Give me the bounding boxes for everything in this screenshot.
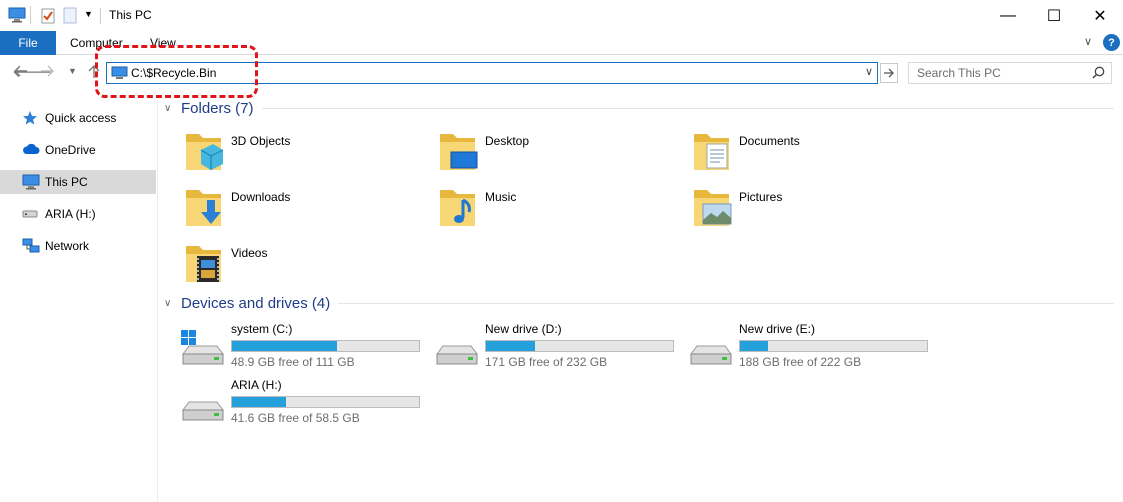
- address-bar[interactable]: C:\$Recycle.Bin ∨: [106, 62, 878, 84]
- title-bar: ▼ This PC — ☐ ✕: [0, 0, 1123, 31]
- sidebar-item-label: Quick access: [45, 111, 117, 125]
- folder-pictures[interactable]: Pictures: [691, 186, 931, 234]
- tab-file[interactable]: File: [0, 31, 56, 55]
- minimize-button[interactable]: —: [985, 0, 1031, 31]
- sidebar-item-network[interactable]: Network: [0, 234, 156, 258]
- drive-icon: [181, 386, 225, 425]
- search-input[interactable]: [917, 64, 1087, 82]
- tab-view[interactable]: View: [150, 36, 176, 50]
- network-icon: [22, 238, 40, 257]
- go-button[interactable]: [880, 63, 898, 83]
- folder-label: Videos: [231, 246, 268, 260]
- collapse-chevron-icon[interactable]: ∨: [164, 298, 181, 309]
- star-icon: [22, 110, 38, 129]
- pictures-folder-icon: [691, 186, 733, 233]
- music-folder-icon: [437, 186, 479, 233]
- sidebar-item-onedrive[interactable]: OneDrive: [0, 138, 156, 162]
- maximize-button[interactable]: ☐: [1031, 0, 1077, 31]
- folder-downloads[interactable]: Downloads: [183, 186, 423, 234]
- group-divider: [261, 108, 1114, 109]
- drive-name: New drive (D:): [485, 322, 562, 336]
- navigation-pane: Quick access OneDrive This PC ARIA (H:) …: [0, 100, 158, 502]
- tab-computer[interactable]: Computer: [70, 36, 123, 50]
- expand-ribbon-icon[interactable]: ∨: [1084, 35, 1092, 48]
- drive-usage-bar: [739, 340, 928, 352]
- drive-free-space: 48.9 GB free of 111 GB: [231, 355, 355, 369]
- sidebar-item-label: ARIA (H:): [45, 207, 96, 221]
- ribbon-tabs: File Computer View ∨ ?: [0, 31, 1123, 55]
- group-divider: [338, 303, 1114, 304]
- drive-usage-fill: [232, 397, 287, 407]
- sidebar-item-quick-access[interactable]: Quick access: [0, 106, 156, 130]
- drive-name: New drive (E:): [739, 322, 816, 336]
- collapse-chevron-icon[interactable]: ∨: [164, 103, 181, 114]
- sidebar-item-label: This PC: [45, 175, 88, 189]
- folder-desktop[interactable]: Desktop: [437, 130, 677, 178]
- properties-icon[interactable]: [40, 7, 56, 27]
- group-title: Folders (7): [181, 100, 254, 117]
- window-title: This PC: [109, 8, 152, 22]
- sidebar-item-aria-drive[interactable]: ARIA (H:): [0, 202, 156, 226]
- drive-new-e[interactable]: New drive (E:) 188 GB free of 222 GB: [689, 322, 939, 370]
- address-dropdown-icon[interactable]: ∨: [865, 65, 873, 78]
- drive-usage-fill: [486, 341, 535, 351]
- computer-icon[interactable]: [8, 7, 26, 26]
- drive-free-space: 188 GB free of 222 GB: [739, 355, 862, 369]
- folder-label: Documents: [739, 134, 800, 148]
- folder-label: 3D Objects: [231, 134, 291, 148]
- folder-music[interactable]: Music: [437, 186, 677, 234]
- folder-label: Music: [485, 190, 517, 204]
- drive-free-space: 171 GB free of 232 GB: [485, 355, 608, 369]
- computer-icon: [22, 174, 40, 193]
- windows-drive-icon: [181, 330, 225, 369]
- group-title: Devices and drives (4): [181, 295, 331, 312]
- address-path[interactable]: C:\$Recycle.Bin: [131, 66, 216, 80]
- drive-new-d[interactable]: New drive (D:) 171 GB free of 232 GB: [435, 322, 685, 370]
- folder-label: Downloads: [231, 190, 291, 204]
- folder-3d-objects[interactable]: 3D Objects: [183, 130, 423, 178]
- drive-aria-h[interactable]: ARIA (H:) 41.6 GB free of 58.5 GB: [181, 378, 431, 426]
- downloads-folder-icon: [183, 186, 225, 233]
- search-box[interactable]: [908, 62, 1112, 84]
- 3d-objects-folder-icon: [183, 130, 225, 177]
- customize-toolbar-icon[interactable]: ▼: [84, 9, 93, 19]
- drive-system-c[interactable]: system (C:) 48.9 GB free of 111 GB: [181, 322, 431, 370]
- sidebar-item-label: Network: [45, 239, 90, 253]
- folder-videos[interactable]: Videos: [183, 242, 423, 290]
- videos-folder-icon: [183, 242, 225, 289]
- sidebar-item-this-pc[interactable]: This PC: [0, 170, 156, 194]
- drive-usage-bar: [485, 340, 674, 352]
- search-icon[interactable]: [1092, 66, 1105, 82]
- toolbar-separator: [30, 6, 31, 24]
- drive-name: system (C:): [231, 322, 293, 336]
- navigation-bar: 🡐 ▼ C:\$Recycle.Bin ∨: [0, 56, 1123, 88]
- desktop-folder-icon: [437, 130, 479, 177]
- drive-usage-fill: [740, 341, 769, 351]
- recent-locations-icon[interactable]: ▼: [68, 66, 77, 76]
- computer-icon: [111, 66, 128, 83]
- drive-usage-bar: [231, 396, 420, 408]
- close-button[interactable]: ✕: [1077, 0, 1123, 31]
- drive-icon: [689, 330, 733, 369]
- drive-usage-bar: [231, 340, 420, 352]
- arrow-right-icon: [883, 68, 894, 78]
- drive-free-space: 41.6 GB free of 58.5 GB: [231, 411, 360, 425]
- drive-icon: [435, 330, 479, 369]
- drives-group-header[interactable]: ∨ Devices and drives (4): [164, 295, 1114, 312]
- new-folder-icon[interactable]: [63, 7, 77, 27]
- drive-icon: [22, 206, 38, 223]
- folder-documents[interactable]: Documents: [691, 130, 931, 178]
- folders-group-header[interactable]: ∨ Folders (7): [164, 100, 1114, 117]
- help-icon[interactable]: ?: [1103, 34, 1120, 51]
- cloud-icon: [22, 142, 40, 159]
- title-separator: [100, 8, 101, 24]
- documents-folder-icon: [691, 130, 733, 177]
- drive-usage-fill: [232, 341, 337, 351]
- sidebar-item-label: OneDrive: [45, 143, 96, 157]
- folder-label: Desktop: [485, 134, 530, 148]
- drive-name: ARIA (H:): [231, 378, 282, 392]
- folder-label: Pictures: [739, 190, 783, 204]
